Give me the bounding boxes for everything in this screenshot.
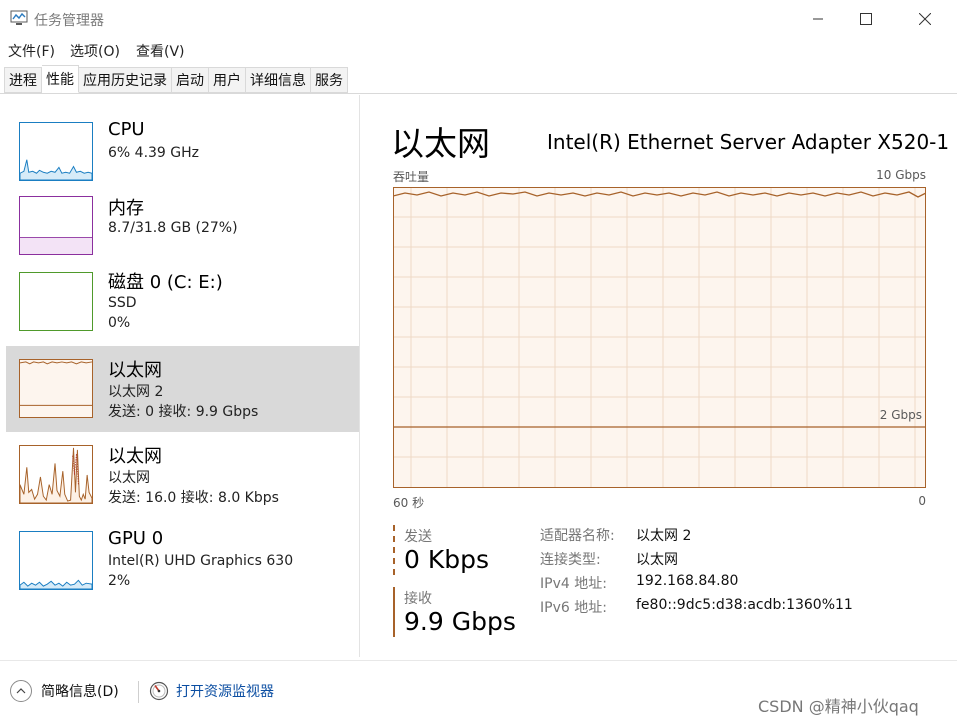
menu-options[interactable]: 选项(O)	[70, 41, 120, 61]
tab-performance[interactable]: 性能	[42, 65, 79, 93]
tab-services[interactable]: 服务	[311, 67, 348, 93]
close-button[interactable]	[902, 0, 948, 38]
tab-strip: 进程 性能 应用历史记录 启动 用户 详细信息 服务	[4, 65, 348, 94]
ethernet-thumbnail-graph	[19, 445, 93, 504]
tab-processes[interactable]: 进程	[4, 67, 42, 93]
sidebar-item-subtitle: Intel(R) UHD Graphics 630	[108, 553, 294, 569]
watermark-text: CSDN @精神小伙qaq	[758, 697, 919, 716]
info-key-adapter-name: 适配器名称:	[540, 528, 615, 544]
window-title: 任务管理器	[34, 13, 104, 29]
adapter-name: Intel(R) Ethernet Server Adapter X520-1	[547, 130, 950, 154]
sidebar-item-subtitle: 以太网	[108, 470, 150, 486]
tab-divider	[0, 93, 957, 94]
gpu-thumbnail-graph	[19, 531, 93, 590]
maximize-icon	[860, 13, 872, 25]
info-value-ipv4: 192.168.84.80	[636, 573, 739, 589]
tab-details[interactable]: 详细信息	[246, 67, 311, 93]
sidebar-item-gpu[interactable]: GPU 0 Intel(R) UHD Graphics 630 2%	[6, 518, 359, 598]
send-label: 发送	[404, 529, 432, 545]
sidebar-item-subtitle: 8.7/31.8 GB (27%)	[108, 220, 238, 236]
memory-thumbnail-graph	[19, 196, 93, 255]
sidebar-item-subtitle: 以太网 2	[108, 384, 164, 400]
minimize-icon	[813, 18, 823, 20]
chevron-up-icon	[10, 680, 32, 702]
graph-mid-label: 2 Gbps	[879, 408, 922, 422]
fewer-details-button[interactable]: 简略信息(D)	[10, 680, 119, 702]
info-key-connection-type: 连接类型:	[540, 552, 601, 568]
sidebar-item-cpu[interactable]: CPU 6% 4.39 GHz	[6, 110, 359, 190]
menu-view[interactable]: 查看(V)	[136, 41, 185, 61]
sidebar-item-ethernet-2[interactable]: 以太网 以太网 2 发送: 0 接收: 9.9 Gbps	[6, 346, 359, 432]
minimize-button[interactable]	[795, 0, 841, 38]
tab-app-history[interactable]: 应用历史记录	[79, 67, 172, 93]
send-legend-marker	[393, 525, 397, 575]
footer-separator	[138, 681, 139, 703]
open-resource-monitor-label: 打开资源监视器	[176, 684, 274, 700]
sidebar-divider	[359, 95, 360, 657]
info-value-connection-type: 以太网	[636, 552, 678, 568]
graph-x-left-label: 60 秒	[393, 496, 425, 510]
info-key-ipv6: IPv6 地址:	[540, 600, 607, 616]
throughput-graph	[393, 187, 926, 488]
sidebar-item-ethernet[interactable]: 以太网 以太网 发送: 16.0 接收: 8.0 Kbps	[6, 432, 359, 518]
receive-label: 接收	[404, 591, 432, 607]
info-value-adapter-name: 以太网 2	[636, 528, 692, 544]
graph-x-right-label: 0	[918, 494, 926, 508]
open-resource-monitor-link[interactable]: 打开资源监视器	[149, 681, 274, 701]
maximize-button[interactable]	[843, 0, 889, 38]
sidebar-item-title: 以太网	[108, 360, 162, 381]
sidebar-item-title: CPU	[108, 119, 145, 140]
sidebar-item-value: 发送: 16.0 接收: 8.0 Kbps	[108, 490, 279, 506]
sidebar-item-value: 2%	[108, 573, 131, 589]
sidebar-item-title: GPU 0	[108, 528, 164, 549]
sidebar-item-subtitle: 6% 4.39 GHz	[108, 145, 200, 161]
graph-y-max-label: 10 Gbps	[876, 168, 926, 182]
sidebar-item-memory[interactable]: 内存 8.7/31.8 GB (27%)	[6, 190, 359, 266]
receive-legend-marker	[393, 587, 395, 637]
menu-file[interactable]: 文件(F)	[8, 41, 55, 61]
graph-y-label: 吞吐量	[393, 170, 430, 184]
fewer-details-label: 简略信息(D)	[41, 684, 119, 700]
ethernet-2-thumbnail-graph	[19, 359, 93, 418]
close-icon	[919, 13, 931, 25]
sidebar-item-disk[interactable]: 磁盘 0 (C: E:) SSD 0%	[6, 266, 359, 346]
info-key-ipv4: IPv4 地址:	[540, 576, 607, 592]
sidebar-item-title: 以太网	[108, 446, 162, 467]
footer-divider	[0, 660, 957, 661]
menu-bar: 文件(F) 选项(O) 查看(V)	[0, 38, 957, 62]
sidebar-item-title: 磁盘 0 (C: E:)	[108, 272, 223, 293]
sidebar-item-value: 0%	[108, 315, 131, 331]
sidebar-item-title: 内存	[108, 198, 144, 219]
title-bar[interactable]: 任务管理器	[0, 0, 957, 38]
info-value-ipv6: fe80::9dc5:d38:acdb:1360%11	[636, 597, 853, 613]
send-value: 0 Kbps	[404, 545, 490, 574]
page-title: 以太网	[391, 124, 490, 163]
cpu-thumbnail-graph	[19, 122, 93, 181]
task-manager-app-icon	[10, 10, 28, 25]
sidebar-item-subtitle: SSD	[108, 295, 137, 311]
receive-value: 9.9 Gbps	[404, 607, 516, 636]
tab-users[interactable]: 用户	[209, 67, 246, 93]
disk-thumbnail-graph	[19, 272, 93, 331]
sidebar-item-value: 发送: 0 接收: 9.9 Gbps	[108, 404, 259, 420]
resource-monitor-icon	[149, 681, 169, 701]
tab-startup[interactable]: 启动	[172, 67, 209, 93]
